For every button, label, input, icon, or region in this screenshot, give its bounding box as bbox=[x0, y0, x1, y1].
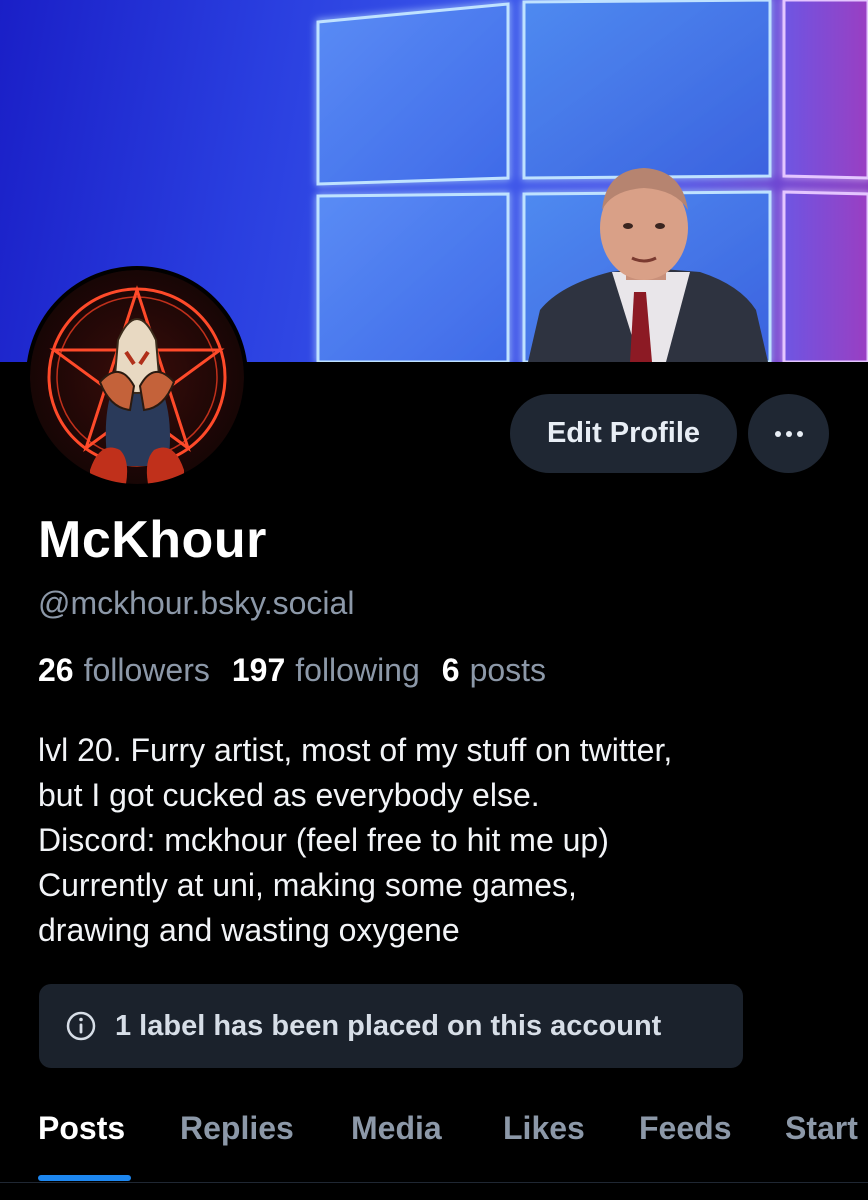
bio-line: Discord: mckhour (feel free to hit me up… bbox=[38, 822, 609, 858]
more-options-button[interactable] bbox=[748, 394, 829, 473]
profile-tabs: Posts Replies Media Likes Feeds Start bbox=[0, 1100, 868, 1200]
active-tab-indicator bbox=[38, 1175, 131, 1181]
tab-likes[interactable]: Likes bbox=[503, 1110, 585, 1147]
bio-line: lvl 20. Furry artist, most of my stuff o… bbox=[38, 732, 673, 768]
profile-stats: 26 followers 197 following 6 posts bbox=[38, 652, 568, 689]
tab-replies[interactable]: Replies bbox=[180, 1110, 294, 1147]
following-label: following bbox=[295, 652, 420, 688]
posts-label: posts bbox=[469, 652, 547, 688]
posts-count: 6 bbox=[441, 652, 460, 688]
edit-profile-button[interactable]: Edit Profile bbox=[510, 394, 737, 473]
display-name: McKhour bbox=[38, 511, 267, 569]
profile-bio: lvl 20. Furry artist, most of my stuff o… bbox=[38, 728, 838, 953]
tabs-divider bbox=[0, 1182, 868, 1183]
profile-handle[interactable]: @mckhour.bsky.social bbox=[38, 585, 354, 622]
bio-line: but I got cucked as everybody else. bbox=[38, 777, 540, 813]
following-stat[interactable]: 197 following bbox=[232, 652, 420, 689]
bio-line: drawing and wasting oxygene bbox=[38, 912, 460, 948]
avatar[interactable] bbox=[26, 266, 248, 488]
followers-label: followers bbox=[83, 652, 210, 688]
avatar-image bbox=[30, 270, 244, 484]
bio-line: Currently at uni, making some games, bbox=[38, 867, 577, 903]
account-label-notice[interactable]: 1 label has been placed on this account bbox=[39, 984, 743, 1068]
tab-posts[interactable]: Posts bbox=[38, 1110, 125, 1147]
followers-count: 26 bbox=[38, 652, 74, 688]
info-icon bbox=[66, 1011, 96, 1041]
profile-page: Edit Profile McKhour @mckhour.bsky.socia… bbox=[0, 0, 868, 1200]
tab-feeds[interactable]: Feeds bbox=[639, 1110, 731, 1147]
label-notice-text: 1 label has been placed on this account bbox=[115, 1009, 662, 1042]
tab-media[interactable]: Media bbox=[351, 1110, 442, 1147]
tab-starter-packs[interactable]: Start bbox=[785, 1110, 858, 1147]
following-count: 197 bbox=[231, 652, 286, 688]
followers-stat[interactable]: 26 followers bbox=[38, 652, 210, 689]
posts-stat: 6 posts bbox=[442, 652, 546, 689]
more-horizontal-icon bbox=[774, 430, 803, 437]
